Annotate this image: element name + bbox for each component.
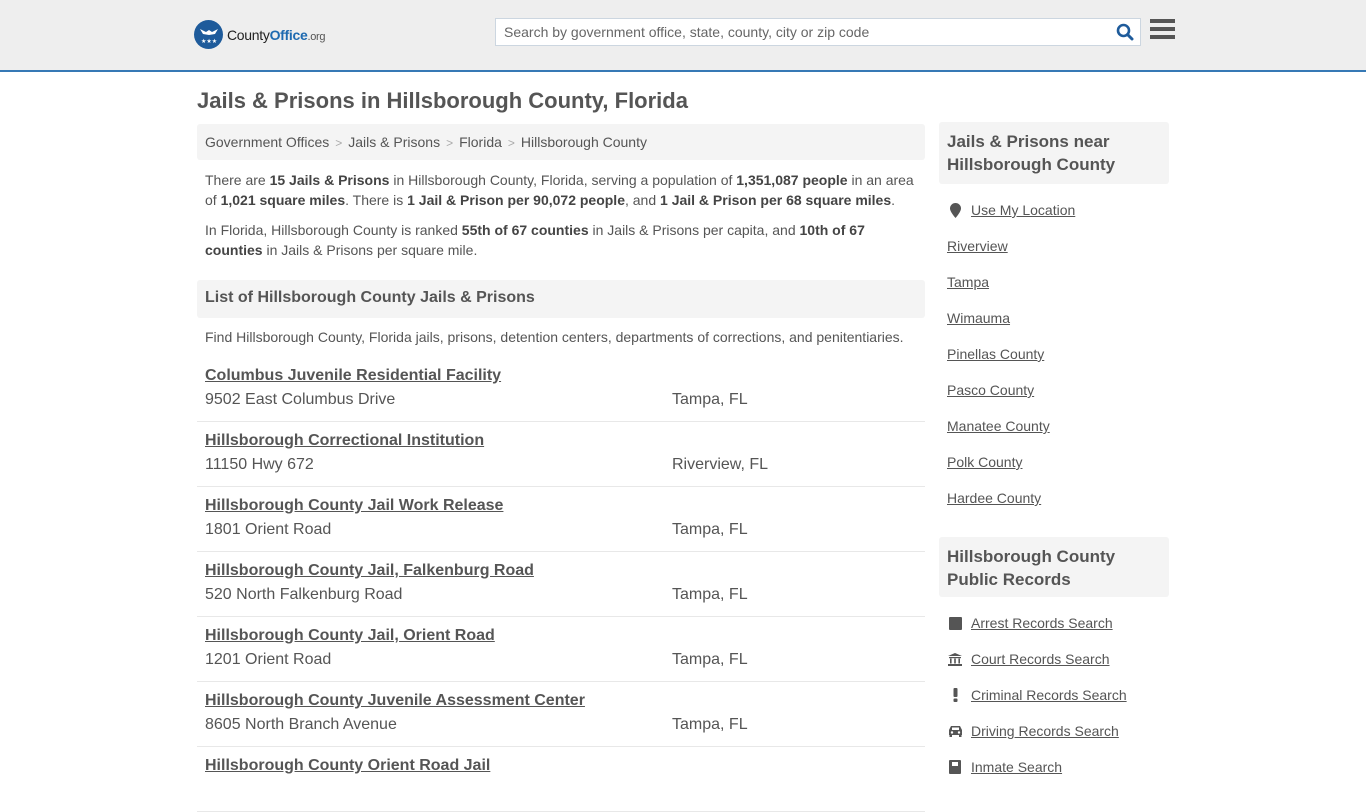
court-records-link[interactable]: Court Records Search bbox=[971, 651, 1110, 667]
intro-paragraph-stats: There are 15 Jails & Prisons in Hillsbor… bbox=[205, 172, 914, 208]
facility-city: Tampa, FL bbox=[672, 586, 748, 603]
facility-city: Tampa, FL bbox=[672, 521, 748, 538]
nearby-heading: Jails & Prisons near Hillsborough County bbox=[939, 122, 1169, 184]
driving-records-link[interactable]: Driving Records Search bbox=[971, 723, 1119, 739]
map-marker-icon bbox=[947, 202, 963, 218]
nearby-link-pinellas-county[interactable]: Pinellas County bbox=[947, 346, 1044, 362]
nearby-item: Wimauma bbox=[947, 300, 1167, 336]
breadcrumb-hillsborough-county[interactable]: Hillsborough County bbox=[521, 134, 647, 150]
records-item: Criminal Records Search bbox=[947, 677, 1167, 713]
nearby-item: Riverview bbox=[947, 228, 1167, 264]
breadcrumb: Government Offices > Jails & Prisons > Flori… bbox=[197, 124, 925, 160]
nearby-link-polk-county[interactable]: Polk County bbox=[947, 454, 1022, 470]
nearby-link-riverview[interactable]: Riverview bbox=[947, 238, 1008, 254]
nearby-item: Manatee County bbox=[947, 408, 1167, 444]
facility-city: Tampa, FL bbox=[672, 716, 748, 733]
eagle-logo-icon: ★★★ bbox=[194, 20, 223, 49]
car-icon bbox=[947, 723, 963, 739]
nearby-list: Use My Location Riverview Tampa Wimauma … bbox=[947, 192, 1167, 516]
logo-text: CountyOffice.org bbox=[227, 26, 326, 43]
nearby-link-pasco-county[interactable]: Pasco County bbox=[947, 382, 1034, 398]
nearby-link-hardee-county[interactable]: Hardee County bbox=[947, 490, 1041, 506]
facility-list: Columbus Juvenile Residential Facility 9… bbox=[197, 357, 925, 812]
search-input[interactable] bbox=[496, 19, 1110, 45]
facility-link[interactable]: Hillsborough County Orient Road Jail bbox=[205, 757, 490, 775]
breadcrumb-separator: > bbox=[335, 136, 343, 150]
facility-link[interactable]: Hillsborough County Jail Work Release bbox=[205, 497, 503, 515]
svg-text:★★★: ★★★ bbox=[201, 38, 217, 45]
records-item: Driving Records Search bbox=[947, 713, 1167, 749]
site-logo[interactable]: ★★★ CountyOffice.org bbox=[194, 20, 326, 49]
facility-address: 11150 Hwy 672 bbox=[205, 456, 314, 473]
search-icon bbox=[1116, 23, 1134, 41]
site-header: ★★★ CountyOffice.org bbox=[0, 0, 1366, 72]
exclamation-icon bbox=[947, 687, 963, 703]
search-button[interactable] bbox=[1110, 19, 1140, 45]
breadcrumb-florida[interactable]: Florida bbox=[459, 134, 502, 150]
list-description: Find Hillsborough County, Florida jails,… bbox=[205, 329, 904, 345]
search-bar bbox=[495, 18, 1141, 46]
list-header: List of Hillsborough County Jails & Pris… bbox=[197, 280, 925, 318]
criminal-records-link[interactable]: Criminal Records Search bbox=[971, 687, 1127, 703]
facility-link[interactable]: Hillsborough County Juvenile Assessment … bbox=[205, 692, 585, 710]
nearby-item: Hardee County bbox=[947, 480, 1167, 516]
nearby-item: Tampa bbox=[947, 264, 1167, 300]
list-item: Hillsborough County Juvenile Assessment … bbox=[197, 682, 925, 747]
nearby-link-tampa[interactable]: Tampa bbox=[947, 274, 989, 290]
facility-link[interactable]: Hillsborough County Jail, Falkenburg Roa… bbox=[205, 562, 534, 580]
nearby-item: Pasco County bbox=[947, 372, 1167, 408]
use-location-item: Use My Location bbox=[947, 192, 1167, 228]
list-item: Hillsborough County Orient Road Jail bbox=[197, 747, 925, 812]
list-item: Hillsborough County Jail Work Release 18… bbox=[197, 487, 925, 552]
hamburger-menu-icon[interactable] bbox=[1150, 19, 1175, 41]
breadcrumb-jails-prisons[interactable]: Jails & Prisons bbox=[348, 134, 440, 150]
intro-paragraph-rank: In Florida, Hillsborough County is ranke… bbox=[205, 222, 865, 258]
nearby-item: Polk County bbox=[947, 444, 1167, 480]
facility-city: Tampa, FL bbox=[672, 391, 748, 408]
page-title: Jails & Prisons in Hillsborough County, … bbox=[197, 88, 688, 113]
breadcrumb-separator: > bbox=[507, 136, 515, 150]
use-my-location-link[interactable]: Use My Location bbox=[971, 202, 1075, 218]
public-records-list: Arrest Records Search Court Records Sear… bbox=[947, 605, 1167, 785]
list-item: Hillsborough County Jail, Falkenburg Roa… bbox=[197, 552, 925, 617]
facility-address: 1801 Orient Road bbox=[205, 521, 332, 538]
records-item: Court Records Search bbox=[947, 641, 1167, 677]
list-item: Columbus Juvenile Residential Facility 9… bbox=[197, 357, 925, 422]
public-records-heading: Hillsborough County Public Records bbox=[939, 537, 1169, 597]
arrest-records-link[interactable]: Arrest Records Search bbox=[971, 615, 1113, 631]
facility-link[interactable]: Hillsborough Correctional Institution bbox=[205, 432, 484, 450]
records-item: Arrest Records Search bbox=[947, 605, 1167, 641]
facility-city: Tampa, FL bbox=[672, 651, 748, 668]
facility-address: 8605 North Branch Avenue bbox=[205, 716, 397, 733]
list-item: Hillsborough County Jail, Orient Road 12… bbox=[197, 617, 925, 682]
square-icon bbox=[947, 615, 963, 631]
facility-city: Riverview, FL bbox=[672, 456, 769, 473]
inmate-search-link[interactable]: Inmate Search bbox=[971, 759, 1062, 775]
breadcrumb-separator: > bbox=[446, 136, 454, 150]
inmate-icon bbox=[947, 759, 963, 775]
facility-address: 520 North Falkenburg Road bbox=[205, 586, 403, 603]
facility-address: 9502 East Columbus Drive bbox=[205, 391, 396, 408]
facility-link[interactable]: Columbus Juvenile Residential Facility bbox=[205, 367, 501, 385]
breadcrumb-government-offices[interactable]: Government Offices bbox=[205, 134, 329, 150]
records-item: Inmate Search bbox=[947, 749, 1167, 785]
nearby-item: Pinellas County bbox=[947, 336, 1167, 372]
intro-summary: There are 15 Jails & Prisons in Hillsbor… bbox=[205, 170, 920, 270]
list-item: Hillsborough Correctional Institution 11… bbox=[197, 422, 925, 487]
facility-link[interactable]: Hillsborough County Jail, Orient Road bbox=[205, 627, 495, 645]
nearby-link-manatee-county[interactable]: Manatee County bbox=[947, 418, 1050, 434]
facility-address: 1201 Orient Road bbox=[205, 651, 332, 668]
courthouse-icon bbox=[947, 651, 963, 667]
nearby-link-wimauma[interactable]: Wimauma bbox=[947, 310, 1010, 326]
